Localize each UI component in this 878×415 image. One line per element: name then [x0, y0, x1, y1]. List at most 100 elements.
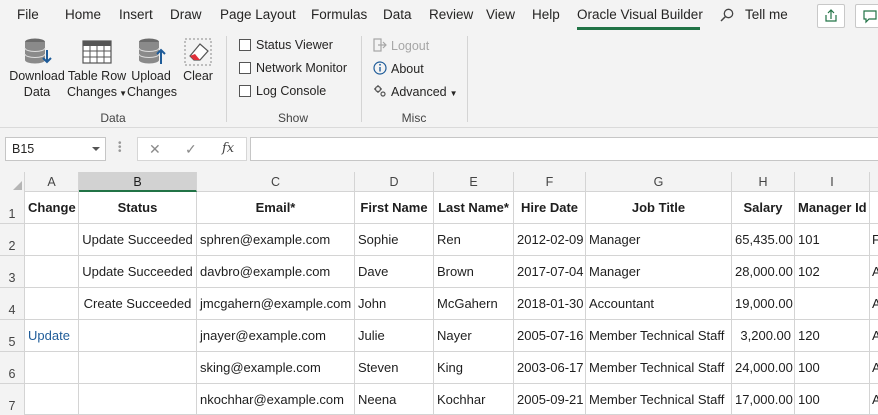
cell-last-name[interactable]: McGahern	[434, 288, 514, 320]
cell-first-name[interactable]: Steven	[355, 352, 434, 384]
status-viewer-checkbox[interactable]	[239, 39, 251, 51]
cell-status[interactable]	[79, 352, 197, 384]
clear-button[interactable]: Clear	[178, 36, 218, 84]
cell-salary[interactable]: 3,200.00	[732, 320, 795, 352]
cell-change[interactable]: Update	[25, 320, 79, 352]
cell-job-title[interactable]: Member Technical Staff	[586, 352, 732, 384]
column-header-d[interactable]: D	[355, 172, 434, 192]
confirm-icon[interactable]: ✓	[185, 141, 197, 158]
tab-formulas[interactable]: Formulas	[311, 7, 367, 22]
cell-email[interactable]: jmcgahern@example.com	[197, 288, 355, 320]
column-header-g[interactable]: G	[586, 172, 732, 192]
cell-status[interactable]	[79, 320, 197, 352]
cell-hire-date[interactable]: 2012-02-09	[514, 224, 586, 256]
cell-job-title[interactable]: Manager	[586, 256, 732, 288]
cell-manager-id[interactable]: 102	[795, 256, 870, 288]
cell-change[interactable]	[25, 288, 79, 320]
header-cell-email[interactable]: Email*	[197, 192, 355, 224]
column-header-a[interactable]: A	[25, 172, 79, 192]
cell-manager-id[interactable]: 120	[795, 320, 870, 352]
cell-job-title[interactable]: Manager	[586, 224, 732, 256]
header-cell-change[interactable]: Change	[25, 192, 79, 224]
cell-email[interactable]: jnayer@example.com	[197, 320, 355, 352]
tab-draw[interactable]: Draw	[170, 7, 202, 22]
cell-status[interactable]	[79, 384, 197, 415]
cell-last-name[interactable]: Ren	[434, 224, 514, 256]
row-header-6[interactable]: 6	[0, 352, 25, 384]
row-header-5[interactable]: 5	[0, 320, 25, 352]
cell-salary[interactable]: 24,000.00	[732, 352, 795, 384]
share-button[interactable]	[817, 4, 845, 28]
cell-overflow[interactable]: A	[870, 256, 878, 288]
log-console-checkbox[interactable]	[239, 85, 251, 97]
cell-manager-id[interactable]	[795, 288, 870, 320]
cell-hire-date[interactable]: 2005-09-21	[514, 384, 586, 415]
cell-job-title[interactable]: Member Technical Staff	[586, 320, 732, 352]
row-header-4[interactable]: 4	[0, 288, 25, 320]
tab-oracle-visual-builder[interactable]: Oracle Visual Builder	[577, 7, 703, 22]
about-button[interactable]: About	[373, 61, 424, 76]
name-box[interactable]: B15	[5, 137, 106, 161]
header-cell-last-name[interactable]: Last Name*	[434, 192, 514, 224]
header-cell-salary[interactable]: Salary	[732, 192, 795, 224]
cell-overflow[interactable]: A	[870, 384, 878, 415]
tell-me-search[interactable]: Tell me	[745, 7, 788, 22]
header-cell-hire-date[interactable]: Hire Date	[514, 192, 586, 224]
download-data-button[interactable]: Download Data	[7, 36, 67, 100]
cell-overflow[interactable]: A	[870, 320, 878, 352]
row-header-7[interactable]: 7	[0, 384, 25, 415]
header-cell-status[interactable]: Status	[79, 192, 197, 224]
cell-job-title[interactable]: Accountant	[586, 288, 732, 320]
header-cell-manager-id[interactable]: Manager Id	[795, 192, 870, 224]
cell-last-name[interactable]: Kochhar	[434, 384, 514, 415]
tab-page-layout[interactable]: Page Layout	[220, 7, 296, 22]
cell-change[interactable]	[25, 352, 79, 384]
column-header-f[interactable]: F	[514, 172, 586, 192]
row-header-3[interactable]: 3	[0, 256, 25, 288]
row-header-2[interactable]: 2	[0, 224, 25, 256]
tab-help[interactable]: Help	[532, 7, 560, 22]
column-header-b[interactable]: B	[79, 172, 197, 192]
header-cell-job-title[interactable]: Job Title	[586, 192, 732, 224]
cell-salary[interactable]: 17,000.00	[732, 384, 795, 415]
cell-j1[interactable]	[870, 192, 878, 224]
row-header-1[interactable]: 1	[0, 192, 25, 224]
column-header-e[interactable]: E	[434, 172, 514, 192]
cell-first-name[interactable]: Dave	[355, 256, 434, 288]
tab-home[interactable]: Home	[65, 7, 101, 22]
tab-data[interactable]: Data	[383, 7, 412, 22]
cell-email[interactable]: davbro@example.com	[197, 256, 355, 288]
cell-change[interactable]	[25, 384, 79, 415]
resize-handle-icon[interactable]: • • •	[118, 139, 122, 157]
tab-file[interactable]: File	[17, 7, 39, 22]
tab-insert[interactable]: Insert	[119, 7, 153, 22]
cell-salary[interactable]: 65,435.00	[732, 224, 795, 256]
formula-input[interactable]	[250, 137, 878, 161]
cell-first-name[interactable]: John	[355, 288, 434, 320]
cell-job-title[interactable]: Member Technical Staff	[586, 384, 732, 415]
network-monitor-checkbox[interactable]	[239, 62, 251, 74]
cell-first-name[interactable]: Sophie	[355, 224, 434, 256]
tab-view[interactable]: View	[486, 7, 515, 22]
cancel-icon[interactable]: ✕	[149, 141, 161, 158]
select-all-button[interactable]	[0, 172, 25, 192]
cell-status[interactable]: Create Succeeded	[79, 288, 197, 320]
cell-hire-date[interactable]: 2003-06-17	[514, 352, 586, 384]
column-header-i[interactable]: I	[795, 172, 870, 192]
network-monitor-option[interactable]: Network Monitor	[239, 61, 347, 75]
cell-hire-date[interactable]: 2018-01-30	[514, 288, 586, 320]
cell-change[interactable]	[25, 224, 79, 256]
cell-last-name[interactable]: Brown	[434, 256, 514, 288]
cell-last-name[interactable]: King	[434, 352, 514, 384]
column-header-h[interactable]: H	[732, 172, 795, 192]
cell-hire-date[interactable]: 2005-07-16	[514, 320, 586, 352]
upload-changes-button[interactable]: Upload Changes	[127, 36, 177, 100]
cell-salary[interactable]: 19,000.00	[732, 288, 795, 320]
log-console-option[interactable]: Log Console	[239, 84, 326, 98]
cell-email[interactable]: nkochhar@example.com	[197, 384, 355, 415]
table-row-changes-button[interactable]: Table Row Changes ▼	[67, 36, 127, 102]
cell-first-name[interactable]: Neena	[355, 384, 434, 415]
cell-salary[interactable]: 28,000.00	[732, 256, 795, 288]
chevron-down-icon[interactable]	[92, 147, 100, 151]
logout-button[interactable]: Logout	[373, 38, 429, 53]
